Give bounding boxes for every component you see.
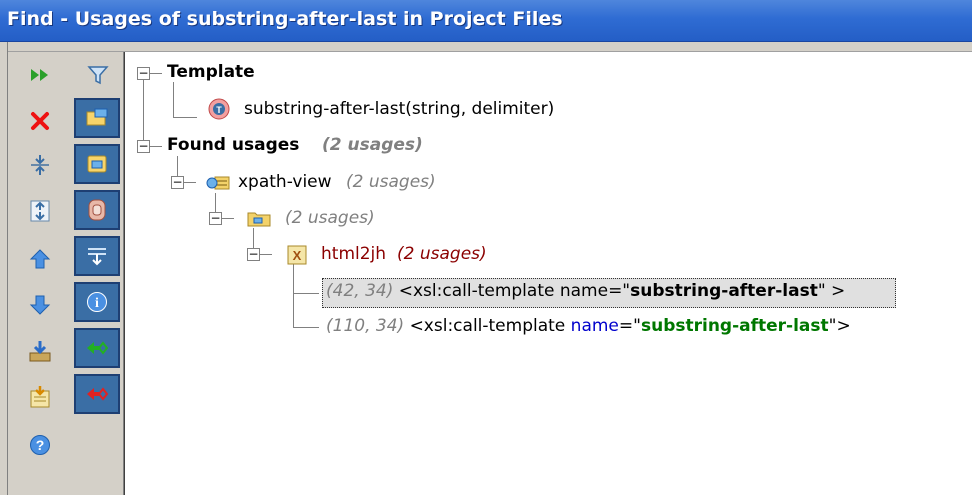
usage-name-value: substring-after-last xyxy=(640,316,829,336)
autoscroll-button[interactable] xyxy=(74,236,120,276)
module-collapse-toggle[interactable]: − xyxy=(171,176,184,189)
next-occurrence-icon xyxy=(29,295,51,315)
tree-line xyxy=(215,193,216,213)
collapse-all-icon xyxy=(31,155,49,175)
usage-name-value: substring-after-last xyxy=(630,281,818,301)
group-by-file-button[interactable] xyxy=(74,190,120,230)
svg-text:X: X xyxy=(293,248,302,263)
tree-line xyxy=(222,218,234,219)
tree-line xyxy=(293,293,319,294)
usage-position: (110, 34) xyxy=(326,316,405,336)
file-name[interactable]: html2jh xyxy=(321,244,386,264)
help-button[interactable]: ? xyxy=(20,428,60,462)
show-write-access-button[interactable] xyxy=(74,374,120,414)
show-read-access-icon xyxy=(87,341,109,355)
show-write-access-icon xyxy=(87,387,109,401)
usage-attr-name: name xyxy=(570,316,619,336)
filter-icon xyxy=(87,66,109,85)
window-title: Find - Usages of substring-after-last in… xyxy=(7,8,563,30)
close-button[interactable] xyxy=(20,104,60,138)
file-count: (2 usages) xyxy=(397,244,487,264)
title-bar[interactable]: Find - Usages of substring-after-last in… xyxy=(0,0,972,42)
xsl-file-icon: X xyxy=(287,245,307,265)
group-by-file-icon xyxy=(88,199,106,221)
rerun-icon xyxy=(31,69,48,81)
export-icon xyxy=(29,341,51,362)
found-usages-collapse-toggle[interactable]: − xyxy=(137,140,150,153)
usage-row-1[interactable]: (42, 34) <xsl:call-template name="substr… xyxy=(326,281,845,301)
right-toolbar: i xyxy=(74,52,124,495)
template-collapse-toggle[interactable]: − xyxy=(137,67,150,80)
rerun-button[interactable] xyxy=(20,58,60,92)
usage-tag-close: " > xyxy=(817,281,846,301)
header-separator xyxy=(8,42,972,52)
template-header[interactable]: Template xyxy=(167,62,255,82)
expand-all-button[interactable] xyxy=(20,194,60,228)
show-read-access-button[interactable] xyxy=(74,328,120,368)
tree-line xyxy=(260,254,272,255)
usage-position: (42, 34) xyxy=(326,281,394,301)
found-usages-count: (2 usages) xyxy=(322,135,423,155)
module-count: (2 usages) xyxy=(346,172,436,192)
template-icon: T xyxy=(208,98,230,120)
file-collapse-toggle[interactable]: − xyxy=(247,248,260,261)
filter-button[interactable] xyxy=(78,58,118,92)
previous-occurrence-icon xyxy=(29,249,51,269)
next-occurrence-button[interactable] xyxy=(20,288,60,322)
directory-icon xyxy=(247,212,271,227)
tree-line xyxy=(253,228,254,248)
import-icon xyxy=(30,386,50,408)
window-frame-left xyxy=(0,42,8,495)
import-button[interactable] xyxy=(20,380,60,414)
usage-tag-open: <xsl:call-template name=" xyxy=(398,281,631,301)
tree-line xyxy=(173,117,197,118)
usage-row-2[interactable]: (110, 34) <xsl:call-template name="subst… xyxy=(326,316,851,336)
svg-text:T: T xyxy=(216,105,222,115)
tree-line xyxy=(150,73,162,74)
template-item[interactable]: substring-after-last(string, delimiter) xyxy=(244,99,554,119)
group-by-directory-button[interactable] xyxy=(74,144,120,184)
usage-tag-open: <xsl:call-template xyxy=(409,316,566,336)
group-by-directory-icon xyxy=(87,155,107,173)
tree-line xyxy=(293,264,294,328)
module-name[interactable]: xpath-view xyxy=(238,172,332,192)
info-button[interactable]: i xyxy=(74,282,120,322)
found-usages-header[interactable]: Found usages xyxy=(167,135,299,155)
module-icon xyxy=(206,176,230,190)
svg-text:?: ? xyxy=(36,437,45,453)
export-button[interactable] xyxy=(20,334,60,368)
tree-line xyxy=(177,156,178,176)
tree-line xyxy=(173,82,174,118)
previous-occurrence-button[interactable] xyxy=(20,242,60,276)
group-by-module-icon xyxy=(86,108,108,126)
tree-line xyxy=(293,327,319,328)
autoscroll-icon xyxy=(88,248,106,266)
tree-line xyxy=(184,182,196,183)
find-usages-window: Find - Usages of substring-after-last in… xyxy=(0,0,972,495)
info-icon: i xyxy=(87,292,107,312)
tree-line xyxy=(143,80,144,148)
help-icon: ? xyxy=(30,435,50,455)
usage-attr-eq: =" xyxy=(618,316,641,336)
left-toolbar: ? xyxy=(8,52,74,495)
directory-collapse-toggle[interactable]: − xyxy=(209,212,222,225)
directory-count: (2 usages) xyxy=(285,208,375,228)
svg-text:i: i xyxy=(95,296,99,311)
tree-line xyxy=(150,146,162,147)
expand-all-icon xyxy=(30,200,50,222)
collapse-all-button[interactable] xyxy=(20,148,60,182)
usage-tag-close: "> xyxy=(828,316,851,336)
close-icon xyxy=(31,112,49,130)
group-by-module-button[interactable] xyxy=(74,98,120,138)
